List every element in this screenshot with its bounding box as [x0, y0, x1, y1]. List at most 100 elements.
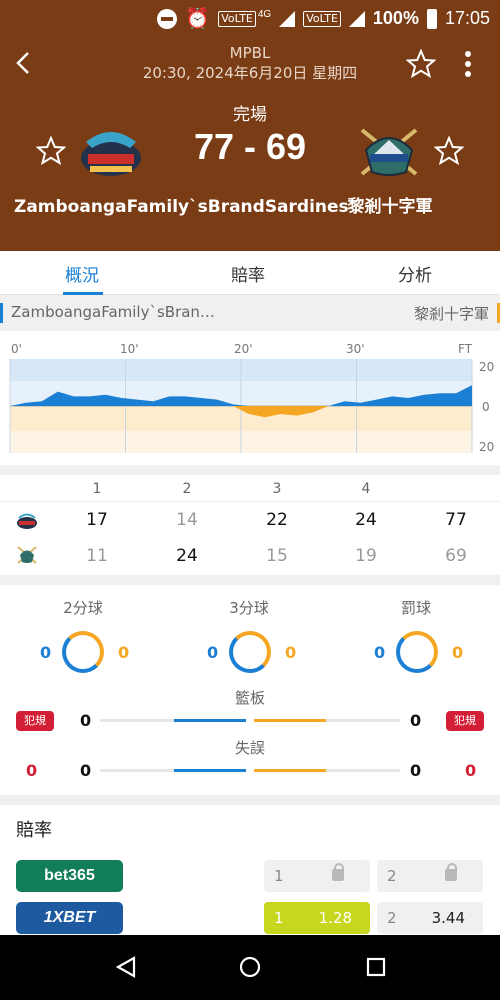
home-team-label: ZamboangaFamily`sBran… — [0, 303, 215, 323]
y-label-top: 20 — [479, 360, 494, 374]
momentum-chart: 0' 10' 20' 30' FT 20 0 20 — [0, 331, 500, 465]
home-q1: 17 — [86, 510, 108, 530]
quarter-header-3: 3 — [272, 481, 282, 497]
two-point-away: 0 — [118, 643, 130, 662]
free-throw-ring — [396, 631, 438, 673]
rebounds-away: 0 — [410, 711, 422, 730]
teams-bar: ZamboangaFamily`sBran… 黎剎十字軍 — [0, 295, 500, 331]
away-q2: 24 — [176, 546, 198, 566]
system-nav-bar — [0, 935, 500, 1000]
recents-nav-icon[interactable] — [364, 955, 388, 979]
momentum-chart-svg: 0' 10' 20' 30' FT 20 0 20 — [9, 342, 494, 454]
y-label-bottom: 20 — [479, 440, 494, 454]
favorite-away-star-icon[interactable] — [434, 136, 464, 166]
home-total: 77 — [445, 510, 467, 530]
three-point-ring — [229, 631, 271, 673]
odds-home-key: 1 — [274, 909, 284, 927]
y-label-zero: 0 — [482, 400, 490, 414]
quarter-scores: 1 2 3 4 17 14 22 24 77 11 24 15 19 69 — [0, 475, 500, 575]
favorite-home-star-icon[interactable] — [36, 136, 66, 166]
odds-title: 賠率 — [16, 820, 52, 841]
away-q4: 19 — [355, 546, 377, 566]
away-q3: 15 — [266, 546, 288, 566]
section-divider-2 — [0, 575, 500, 585]
odds-section: 賠率 bet365 1 2 1XBET 1 1.28 2 3.44 — [0, 805, 500, 935]
free-throw-home: 0 — [374, 643, 386, 662]
tab-overview[interactable]: 概況 — [65, 261, 99, 286]
rebounds-away-bar — [254, 719, 326, 722]
two-point-home: 0 — [40, 643, 52, 662]
time-label-20: 20' — [234, 342, 253, 356]
alarm-icon: ⏰ — [185, 8, 211, 30]
more-options-icon[interactable] — [458, 50, 478, 78]
turnovers-home: 0 — [80, 761, 92, 780]
rebounds-home-bar — [174, 719, 246, 722]
away-team-name[interactable]: 黎剎十字軍 — [330, 194, 450, 220]
rebounds-label: 籃板 — [234, 689, 265, 707]
signal-icon — [279, 10, 296, 27]
shooting-stats: 2分球 3分球 罰球 0 0 0 0 0 0 籃板 犯規 0 0 犯規 失誤 0… — [0, 585, 500, 795]
away-q1: 11 — [86, 546, 108, 566]
two-point-label: 2分球 — [63, 599, 103, 617]
home-q3: 22 — [266, 510, 288, 530]
odds-home-1xbet[interactable]: 1 1.28 — [264, 902, 370, 934]
home-team-mini-logo — [17, 513, 37, 529]
home-nav-icon[interactable] — [238, 955, 262, 979]
section-divider-3 — [0, 795, 500, 805]
quarter-header-2: 2 — [182, 481, 192, 497]
away-team-label: 黎剎十字軍 — [414, 303, 500, 323]
clock: 17:05 — [444, 8, 490, 28]
away-team-mini-logo — [17, 546, 37, 564]
bookie-bet365[interactable]: bet365 — [16, 860, 123, 892]
bookie-1xbet[interactable]: 1XBET — [16, 902, 123, 934]
fouls-away: 0 — [465, 761, 477, 780]
home-foul-badge: 犯規 — [16, 711, 54, 731]
battery-percent: 100% — [372, 8, 419, 28]
favorite-match-star-icon[interactable] — [406, 49, 436, 79]
lock-icon — [332, 863, 344, 881]
match-status: 完場 — [233, 105, 267, 125]
tab-odds[interactable]: 賠率 — [231, 261, 265, 286]
back-nav-icon[interactable] — [114, 955, 138, 979]
three-point-away: 0 — [285, 643, 297, 662]
match-score: 77 - 69 — [193, 126, 307, 167]
quarter-header-1: 1 — [92, 481, 102, 497]
home-team-logo[interactable] — [78, 120, 144, 186]
turnovers-home-bar — [174, 769, 246, 772]
odds-home-key: 1 — [274, 867, 284, 885]
odds-away-key: 2 — [387, 867, 397, 885]
rebounds-home: 0 — [80, 711, 92, 730]
three-point-label: 3分球 — [229, 599, 269, 617]
home-q4: 24 — [355, 510, 377, 530]
section-divider — [0, 465, 500, 475]
battery-icon — [426, 8, 437, 29]
network-type: 4G — [257, 9, 272, 20]
odds-away-1xbet[interactable]: 2 3.44 — [377, 902, 483, 934]
home-team-name[interactable]: ZamboangaFamily`sBrandSardines — [14, 194, 349, 220]
odds-home-value: 1.28 — [318, 909, 352, 927]
away-foul-badge: 犯規 — [446, 711, 484, 731]
free-throw-label: 罰球 — [400, 599, 431, 617]
lock-icon — [445, 863, 457, 881]
tab-analysis[interactable]: 分析 — [398, 261, 432, 286]
away-team-logo[interactable] — [356, 120, 422, 186]
divider — [0, 501, 500, 502]
turnovers-away: 0 — [410, 761, 422, 780]
odds-away-bet365[interactable]: 2 — [377, 860, 483, 892]
two-point-ring — [62, 631, 104, 673]
signal-icon-2 — [348, 10, 365, 27]
volte-indicator: VoLTE — [218, 10, 256, 27]
fouls-home: 0 — [26, 761, 38, 780]
time-label-30: 30' — [346, 342, 365, 356]
turnovers-label: 失誤 — [234, 739, 265, 757]
free-throw-away: 0 — [452, 643, 464, 662]
time-label-ft: FT — [458, 342, 473, 356]
three-point-home: 0 — [207, 643, 219, 662]
turnovers-away-bar — [254, 769, 326, 772]
tab-bar: 概況 賠率 分析 — [0, 251, 500, 295]
odds-away-key: 2 — [387, 909, 397, 927]
odds-home-bet365[interactable]: 1 — [264, 860, 370, 892]
status-bar: ⏰ VoLTE 4G VoLTE 100% 17:05 — [0, 0, 500, 36]
volte-indicator-2: VoLTE — [303, 10, 341, 27]
time-label-0: 0' — [11, 342, 22, 356]
